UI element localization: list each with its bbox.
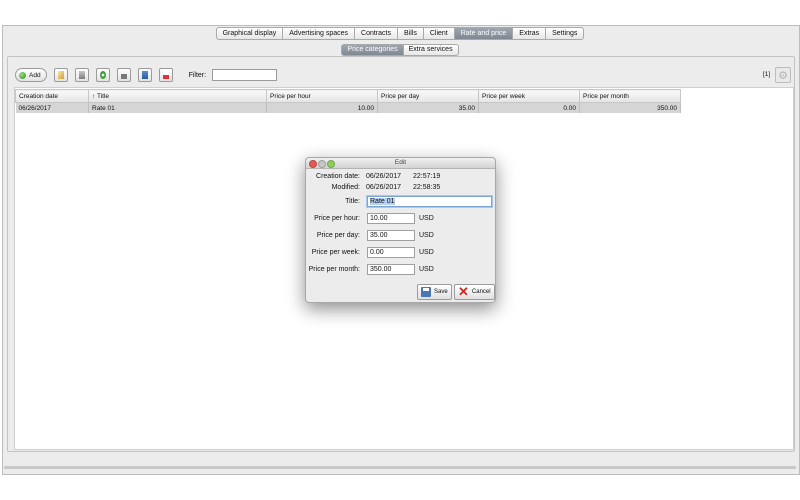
export-button[interactable] xyxy=(137,68,152,82)
cancel-button-label: Cancel xyxy=(471,289,491,295)
price-week-unit: USD xyxy=(419,249,434,256)
save-button[interactable]: Save xyxy=(417,284,452,300)
cell-price-day: 35.00 xyxy=(377,102,479,113)
dialog-titlebar[interactable]: Edit xyxy=(306,158,495,169)
dialog-title: Edit xyxy=(394,159,407,166)
price-hour-label: Price per hour: xyxy=(314,215,360,222)
pdf-icon xyxy=(162,71,169,79)
tab-settings[interactable]: Settings xyxy=(546,27,585,40)
refresh-icon xyxy=(99,71,106,79)
column-header-price-month[interactable]: Price per month xyxy=(579,89,681,103)
subtab-price-categories[interactable]: Price categories xyxy=(341,44,404,56)
settings-button[interactable]: ⚙ xyxy=(775,67,791,83)
creation-time-value: 22:57:19 xyxy=(413,173,441,180)
cell-title: Rate 01 xyxy=(88,102,267,113)
edit-icon xyxy=(57,71,64,79)
edit-button[interactable] xyxy=(53,68,68,82)
toolbar: Add Filter: xyxy=(15,67,278,83)
gear-icon: ⚙ xyxy=(778,69,788,82)
delete-button[interactable] xyxy=(74,68,89,82)
delete-icon xyxy=(78,71,85,79)
cell-creation-date: 06/26/2017 xyxy=(15,102,89,113)
title-input-value: Rate 01 xyxy=(370,198,395,205)
tab-extras[interactable]: Extras xyxy=(513,27,547,40)
cell-price-month: 350.00 xyxy=(579,102,681,113)
price-day-label: Price per day: xyxy=(316,232,360,239)
cell-price-hour: 10.00 xyxy=(266,102,378,113)
bottom-scrollbar[interactable] xyxy=(4,466,796,469)
table-row[interactable]: 06/26/2017 Rate 01 10.00 35.00 0.00 350.… xyxy=(15,102,681,113)
edit-dialog: Edit Creation date: 06/26/2017 22:57:19 … xyxy=(305,157,496,303)
tab-rate-and-price[interactable]: Rate and price xyxy=(454,27,514,40)
add-button-label: Add xyxy=(29,71,41,79)
price-hour-unit: USD xyxy=(419,215,434,222)
creation-date-label: Creation date: xyxy=(316,173,360,180)
creation-date-value: 06/26/2017 xyxy=(366,173,402,180)
price-month-unit: USD xyxy=(419,266,434,273)
column-header-price-hour[interactable]: Price per hour xyxy=(266,89,378,103)
sub-tabs: Price categories Extra services xyxy=(0,44,800,56)
tab-bills[interactable]: Bills xyxy=(398,27,424,40)
price-day-unit: USD xyxy=(419,232,434,239)
add-button[interactable]: Add xyxy=(15,68,47,82)
price-week-input[interactable]: 0.00 xyxy=(367,247,415,258)
filter-input[interactable] xyxy=(212,69,278,81)
main-tabs: Graphical display Advertising spaces Con… xyxy=(0,27,800,40)
modified-label: Modified: xyxy=(331,184,360,191)
price-month-label: Price per month: xyxy=(308,266,360,273)
print-icon xyxy=(120,71,127,79)
column-header-price-week[interactable]: Price per week xyxy=(478,89,580,103)
page-indicator: [1] xyxy=(763,71,771,78)
title-input[interactable]: Rate 01 xyxy=(367,196,492,207)
tab-advertising-spaces[interactable]: Advertising spaces xyxy=(283,27,356,40)
filter-label: Filter: xyxy=(188,71,207,79)
column-header-creation-date[interactable]: Creation date xyxy=(15,89,89,103)
export-icon xyxy=(141,71,148,79)
save-icon xyxy=(421,287,431,297)
modified-time-value: 22:58:35 xyxy=(413,184,441,191)
refresh-button[interactable] xyxy=(95,68,110,82)
modified-date-value: 06/26/2017 xyxy=(366,184,402,191)
print-button[interactable] xyxy=(116,68,131,82)
title-label: Title: xyxy=(345,198,360,205)
price-month-input[interactable]: 350.00 xyxy=(367,264,415,275)
save-button-label: Save xyxy=(434,289,448,295)
add-icon xyxy=(19,71,26,79)
tab-graphical-display[interactable]: Graphical display xyxy=(215,27,284,40)
tab-contracts[interactable]: Contracts xyxy=(355,27,398,40)
price-day-input[interactable]: 35.00 xyxy=(367,230,415,241)
cell-price-week: 0.00 xyxy=(478,102,580,113)
price-hour-input[interactable]: 10.00 xyxy=(367,213,415,224)
column-header-price-day[interactable]: Price per day xyxy=(377,89,479,103)
column-header-title[interactable]: ↑ Title xyxy=(88,89,267,103)
price-table: Creation date ↑ Title Price per hour Pri… xyxy=(15,89,681,113)
cancel-button[interactable]: ✕ Cancel xyxy=(454,284,495,300)
cancel-icon: ✕ xyxy=(458,284,469,299)
tab-client[interactable]: Client xyxy=(423,27,455,40)
subtab-extra-services[interactable]: Extra services xyxy=(403,44,459,56)
pdf-button[interactable] xyxy=(158,68,173,82)
price-week-label: Price per week: xyxy=(311,249,360,256)
